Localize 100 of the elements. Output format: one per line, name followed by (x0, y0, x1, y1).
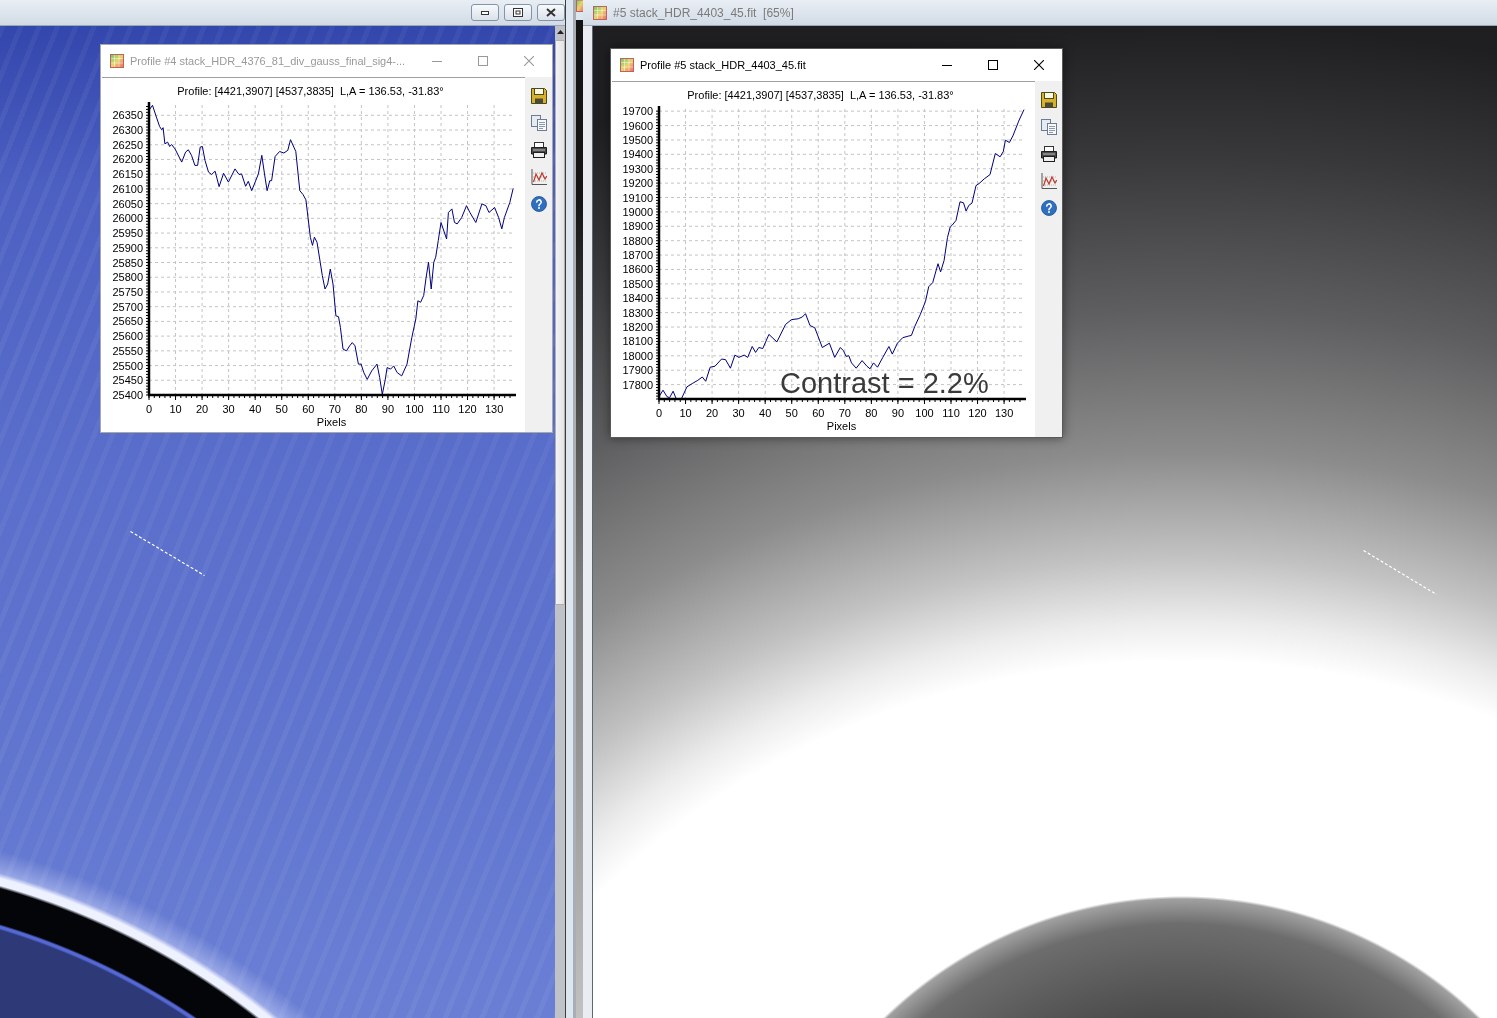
x-tick-label: 110 (432, 403, 450, 415)
save-icon[interactable] (530, 88, 547, 104)
scrollbar-thumb[interactable] (555, 40, 565, 605)
y-tick-label: 26300 (112, 124, 143, 137)
window-title: Profile #5 stack_HDR_4403_45.fit (640, 59, 807, 71)
x-tick-label: 50 (785, 407, 798, 419)
copy-icon[interactable] (1040, 119, 1057, 135)
y-tick-label: 19300 (622, 162, 653, 175)
minimize-button[interactable] (471, 4, 499, 21)
y-tick-label: 18100 (622, 335, 653, 348)
y-tick-label: 26000 (112, 212, 143, 225)
x-tick-label: 120 (968, 407, 987, 419)
y-tick-label: 25750 (112, 285, 143, 298)
scroll-up-arrow-icon[interactable] (556, 30, 564, 34)
y-tick-label: 26350 (112, 109, 143, 122)
y-tick-label: 19200 (622, 177, 653, 190)
axis-title: Pixels (826, 420, 857, 432)
y-tick-label: 26200 (112, 153, 143, 166)
y-tick-label: 25850 (112, 256, 143, 269)
y-tick-label: 17800 (622, 378, 653, 391)
y-tick-label: 19100 (622, 191, 653, 204)
close-icon (546, 8, 556, 17)
x-tick-label: 70 (838, 407, 851, 419)
close-icon[interactable] (1034, 60, 1044, 70)
x-tick-label: 30 (222, 403, 235, 415)
x-tick-label: 130 (484, 403, 504, 415)
window-title: Profile #4 stack_HDR_4376_81_div_gauss_final_sig4-... (130, 55, 407, 67)
y-tick-label: 25400 (112, 389, 143, 401)
y-tick-label: 26250 (112, 138, 143, 151)
y-tick-label: 18500 (622, 277, 653, 290)
y-tick-label: 26150 (112, 168, 143, 181)
app-icon (593, 5, 607, 20)
x-tick-label: 0 (655, 407, 663, 419)
x-tick-label: 90 (891, 407, 905, 419)
y-tick-label: 25950 (112, 227, 143, 240)
printer-icon[interactable] (530, 142, 547, 158)
x-tick-label: 100 (915, 407, 934, 419)
y-tick-label: 18400 (622, 292, 653, 305)
x-tick-label: 10 (679, 407, 692, 419)
maximize-icon[interactable] (988, 60, 998, 70)
y-tick-label: 25550 (112, 344, 143, 357)
y-tick-label: 19700 (622, 105, 653, 118)
y-tick-label: 19000 (622, 205, 653, 218)
restore-icon (513, 8, 523, 17)
x-tick-label: 70 (328, 403, 341, 415)
y-tick-label: 18200 (622, 321, 653, 334)
y-tick-label: 18600 (622, 263, 653, 276)
y-tick-label: 18900 (622, 220, 653, 233)
x-tick-label: 20 (705, 407, 719, 419)
save-icon[interactable] (1040, 92, 1057, 108)
y-tick-label: 25500 (112, 359, 143, 372)
y-tick-label: 25800 (112, 271, 143, 284)
x-tick-label: 80 (865, 407, 878, 419)
y-tick-label: 18300 (622, 306, 653, 319)
y-tick-label: 25600 (112, 330, 143, 343)
scrollbar[interactable] (555, 26, 565, 1018)
x-tick-label: 30 (732, 407, 745, 419)
x-tick-label: 0 (145, 403, 153, 415)
x-tick-label: 110 (942, 407, 960, 419)
help-icon[interactable] (1040, 200, 1057, 216)
copy-icon[interactable] (530, 115, 547, 131)
app-icon (110, 54, 124, 68)
y-tick-label: 25650 (112, 315, 143, 328)
chart-title: Profile: [4421,3907] [4537,3835] L,A = 136.53, -31.83° (687, 89, 954, 101)
y-tick-label: 25450 (112, 374, 143, 387)
x-tick-label: 120 (458, 403, 477, 415)
line-chart-icon[interactable] (1040, 173, 1057, 189)
restore-button[interactable] (504, 4, 532, 21)
x-tick-label: 100 (405, 403, 424, 415)
y-tick-label: 19600 (622, 119, 653, 132)
x-tick-label: 60 (812, 407, 825, 419)
x-tick-label: 40 (249, 403, 262, 415)
x-tick-label: 90 (381, 403, 395, 415)
x-tick-label: 10 (169, 403, 182, 415)
close-button[interactable] (537, 4, 565, 21)
y-tick-label: 17900 (622, 364, 653, 377)
x-tick-label: 80 (355, 403, 368, 415)
x-tick-label: 50 (275, 403, 288, 415)
x-tick-label: 60 (302, 403, 315, 415)
help-icon[interactable] (530, 196, 547, 212)
chart-title: Profile: [4421,3907] [4537,3835] L,A = 136.53, -31.83° (177, 85, 444, 97)
y-tick-label: 26050 (112, 197, 143, 210)
app-icon (620, 58, 634, 72)
x-tick-label: 40 (759, 407, 772, 419)
y-tick-label: 26100 (112, 182, 143, 195)
y-tick-label: 18700 (622, 249, 653, 262)
minimize-icon[interactable] (942, 64, 952, 66)
y-tick-label: 18000 (622, 349, 653, 362)
minimize-icon (481, 10, 489, 15)
printer-icon[interactable] (1040, 146, 1057, 162)
y-tick-label: 25900 (112, 241, 143, 254)
y-tick-label: 25700 (112, 300, 143, 313)
x-tick-label: 130 (994, 407, 1014, 419)
window-title: #5 stack_HDR_4403_45.fit [65%] (613, 5, 794, 20)
line-chart-icon[interactable] (530, 169, 547, 185)
x-tick-label: 20 (195, 403, 209, 415)
y-tick-label: 18800 (622, 234, 653, 247)
y-tick-label: 19500 (622, 133, 653, 146)
chart-annotation: Contrast = 2.2% (780, 367, 989, 399)
y-tick-label: 19400 (622, 148, 653, 161)
